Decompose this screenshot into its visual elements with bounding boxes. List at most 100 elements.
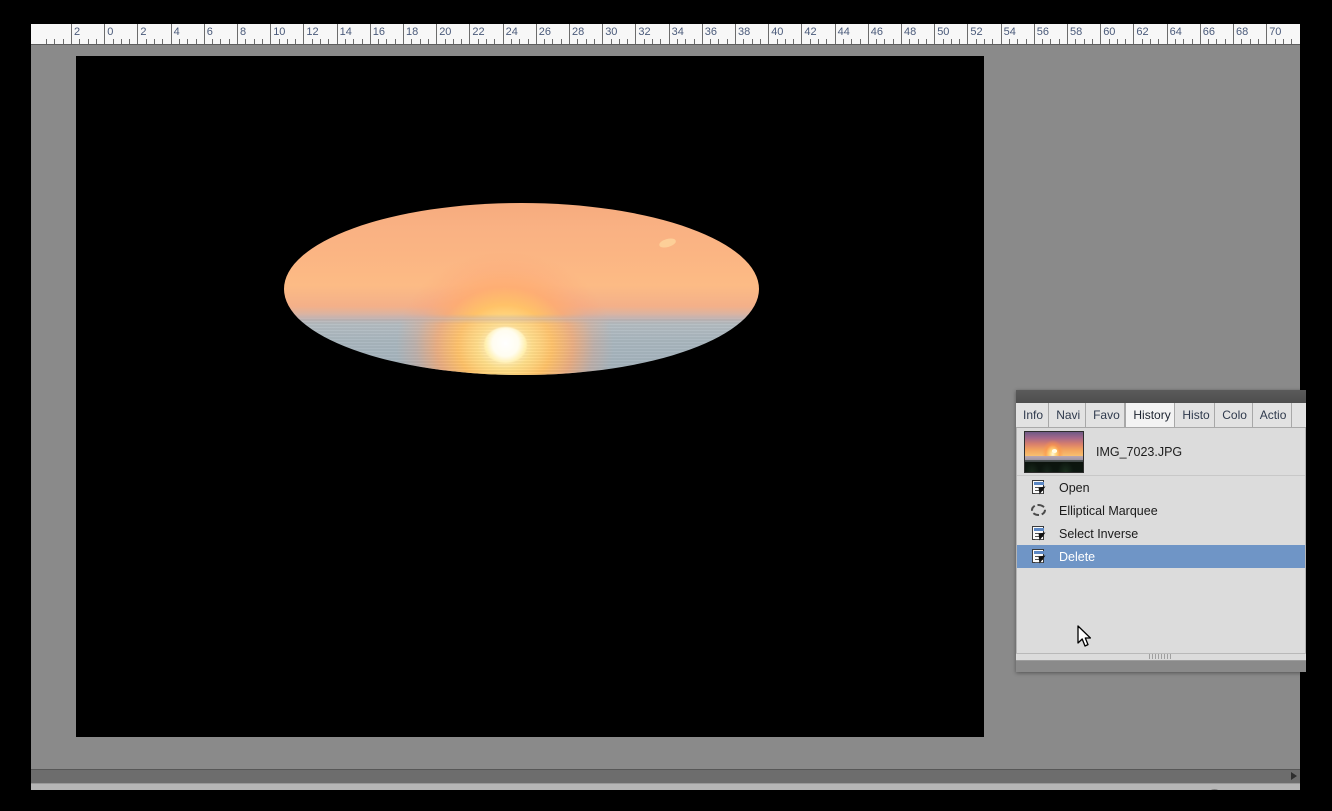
ruler-tick-minor: [1191, 39, 1193, 44]
history-panel[interactable]: Info Navi Favo History Histo Colo Actio …: [1016, 390, 1306, 672]
history-item-delete[interactable]: Delete: [1017, 545, 1305, 568]
ruler-tick-major: [801, 24, 803, 44]
ruler-tick-minor: [577, 39, 579, 44]
status-bar-icons: ?: [1207, 789, 1274, 790]
ruler-tick-minor: [261, 39, 263, 44]
ruler-tick-minor: [311, 39, 313, 44]
ruler-tick-minor: [1241, 39, 1243, 44]
ruler-tick-minor: [328, 39, 330, 44]
ruler-tick-major: [303, 24, 305, 44]
ruler-tick-minor: [87, 39, 89, 44]
ruler-tick-minor: [129, 39, 131, 44]
ruler-tick-minor: [344, 39, 346, 44]
ruler-tick-minor: [178, 39, 180, 44]
tab-favorites[interactable]: Favo: [1086, 403, 1126, 427]
panel-resize-grip[interactable]: [1149, 654, 1173, 659]
ruler-label: 34: [671, 26, 684, 38]
ruler-tick-minor: [1274, 39, 1276, 44]
horizontal-scrollbar[interactable]: [31, 769, 1300, 783]
ruler-label: 40: [771, 26, 784, 38]
ruler-tick-minor: [154, 39, 155, 44]
ruler-label: 46: [870, 26, 884, 38]
document-icon: [1031, 525, 1048, 542]
ruler-tick-major: [1266, 24, 1268, 44]
ruler-tick-minor: [1282, 39, 1284, 44]
panel-title-bar[interactable]: [1016, 390, 1306, 404]
tab-history[interactable]: History: [1125, 403, 1176, 427]
ruler-tick-minor: [361, 39, 363, 44]
document-canvas[interactable]: [76, 56, 984, 737]
ruler-tick-minor: [942, 39, 944, 44]
scroll-right-arrow-icon[interactable]: [1291, 772, 1297, 780]
ruler-tick-minor: [726, 39, 728, 44]
ruler-tick-major: [270, 24, 272, 44]
ruler-tick-major: [535, 24, 537, 44]
ruler-label: 44: [837, 26, 850, 38]
ruler-tick-minor: [610, 39, 612, 44]
ruler-tick-minor: [718, 39, 720, 44]
ruler-label: 18: [406, 26, 419, 38]
ruler-tick-minor: [1108, 39, 1110, 44]
tab-actions[interactable]: Actio: [1252, 403, 1293, 427]
ruler-label: 54: [1003, 26, 1016, 38]
image-thumbnail-icon: [1024, 430, 1084, 473]
ruler-label: 60: [1103, 26, 1116, 38]
ruler-tick-major: [1166, 24, 1168, 44]
ruler-tick-minor: [776, 39, 778, 44]
ruler-tick-minor: [452, 39, 454, 44]
ruler-tick-minor: [1150, 39, 1151, 44]
ruler-tick-minor: [1042, 39, 1044, 44]
ruler-tick-minor: [1017, 39, 1019, 44]
help-icon[interactable]: ?: [1207, 789, 1222, 790]
ruler-tick-minor: [593, 39, 595, 44]
ruler-tick-minor: [95, 39, 97, 44]
ruler-tick-major: [403, 24, 404, 44]
ruler-tick-minor: [1025, 39, 1027, 44]
ruler-tick-minor: [909, 39, 911, 44]
ruler-tick-minor: [1291, 39, 1293, 44]
ruler-tick-minor: [851, 39, 853, 44]
panel-tab-strip[interactable]: Info Navi Favo History Histo Colo Actio: [1016, 403, 1306, 428]
ruler-label: 8: [240, 26, 247, 38]
ruler-tick-minor: [46, 39, 48, 44]
ruler-label: 68: [1236, 26, 1249, 38]
ruler-label: 2: [140, 26, 147, 38]
history-list[interactable]: IMG_7023.JPG Open Elliptical Marquee Sel…: [1016, 428, 1306, 655]
tab-navigator[interactable]: Navi: [1049, 403, 1087, 427]
document-icon: [1031, 479, 1048, 496]
ruler-label: 10: [273, 26, 286, 38]
ruler-tick-minor: [975, 39, 977, 44]
ruler-label: 56: [1036, 26, 1050, 38]
ruler-tick-minor: [1091, 39, 1093, 44]
history-item-select-inverse[interactable]: Select Inverse: [1017, 522, 1305, 545]
ruler-tick-minor: [79, 39, 81, 44]
history-item-open[interactable]: Open: [1017, 476, 1305, 499]
tab-info[interactable]: Info: [1016, 403, 1050, 427]
ruler-tick-minor: [278, 39, 280, 44]
thumb-sun: [1051, 449, 1058, 453]
snapshot-label: IMG_7023.JPG: [1096, 444, 1183, 459]
history-snapshot-row[interactable]: IMG_7023.JPG: [1017, 428, 1305, 476]
ruler-tick-minor: [892, 39, 894, 44]
tab-color[interactable]: Colo: [1215, 403, 1253, 427]
ruler-tick-minor: [685, 39, 687, 44]
ruler-tick-major: [569, 24, 570, 44]
ruler-tick-major: [469, 24, 471, 44]
ruler-tick-minor: [751, 39, 753, 44]
ruler-tick-minor: [295, 39, 297, 44]
sun-disc: [484, 326, 528, 363]
ruler-tick-minor: [710, 39, 712, 44]
ruler-label: 58: [1070, 26, 1083, 38]
ruler-tick-minor: [585, 39, 587, 44]
history-item-elliptical-marquee[interactable]: Elliptical Marquee: [1017, 499, 1305, 522]
ruler-tick-minor: [419, 39, 421, 44]
ruler-label: 0: [107, 26, 114, 38]
horizontal-ruler[interactable]: 2 0 2 4 6 8 10 12 14 16 18 20 22 24 26 28 30 32 34 36 38 40 42…: [31, 24, 1300, 45]
ruler-label: 26: [538, 26, 552, 38]
ruler-tick-minor: [527, 39, 529, 44]
tab-histogram[interactable]: Histo: [1175, 403, 1216, 427]
ruler-label: 6: [206, 26, 213, 38]
ruler-tick-minor: [54, 39, 56, 44]
ruler-tick-minor: [759, 39, 761, 44]
ruler-tick-major: [834, 24, 836, 44]
